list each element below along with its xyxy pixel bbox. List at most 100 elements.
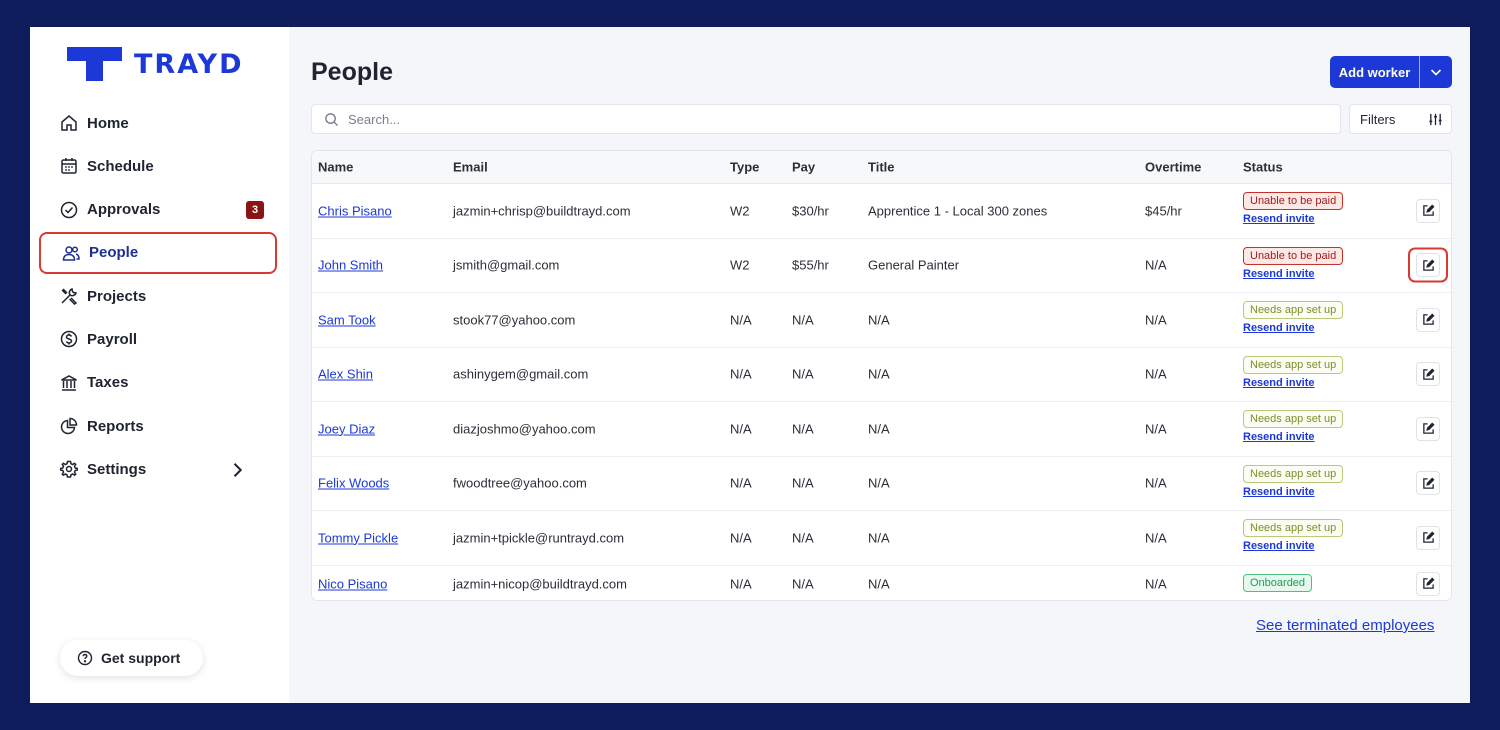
gear-icon — [59, 461, 79, 479]
email-cell: jazmin+nicop@buildtrayd.com — [453, 576, 627, 591]
search-input[interactable] — [348, 111, 1248, 127]
pay-cell: N/A — [792, 421, 814, 437]
pay-cell: N/A — [792, 312, 814, 328]
worker-name-link[interactable]: Alex Shin — [318, 367, 373, 382]
title-cell: N/A — [868, 366, 890, 382]
title-cell: N/A — [868, 475, 890, 491]
add-worker-dropdown-button[interactable] — [1420, 65, 1452, 79]
status-cell: Needs app set up Resend invite — [1243, 519, 1344, 552]
see-terminated-link[interactable]: See terminated employees — [1256, 617, 1434, 634]
worker-name-link[interactable]: Joey Diaz — [318, 421, 375, 436]
status-cell: Needs app set up Resend invite — [1243, 301, 1344, 334]
worker-name-link[interactable]: Tommy Pickle — [318, 530, 398, 545]
column-header-name[interactable]: Name — [318, 160, 353, 175]
edit-button[interactable] — [1416, 253, 1440, 278]
overtime-cell: N/A — [1145, 576, 1167, 591]
edit-button[interactable] — [1416, 471, 1440, 496]
add-worker-button[interactable]: Add worker — [1330, 65, 1419, 80]
sidebar-item-reports[interactable]: Reports — [39, 405, 277, 447]
table-row: Tommy Pickle jazmin+tpickle@runtrayd.com N… — [312, 511, 1451, 566]
email-cell: diazjoshmo@yahoo.com — [453, 421, 596, 437]
sidebar-item-label: Schedule — [87, 157, 154, 175]
resend-invite-link[interactable]: Resend invite — [1243, 377, 1343, 389]
resend-invite-link[interactable]: Resend invite — [1243, 322, 1343, 334]
title-cell: N/A — [868, 421, 890, 437]
search-icon — [325, 112, 339, 126]
email-cell: stook77@yahoo.com — [453, 312, 576, 328]
app-window: TRAYD Home Schedule Approvals 3 People P… — [30, 27, 1470, 703]
logo[interactable]: TRAYD — [67, 47, 243, 81]
bank-icon — [61, 374, 77, 391]
column-header-title[interactable]: Title — [868, 160, 895, 175]
edit-button[interactable] — [1416, 525, 1440, 550]
edit-button[interactable] — [1416, 198, 1440, 223]
sidebar-item-label: Reports — [87, 417, 144, 435]
edit-icon — [1422, 577, 1435, 589]
sidebar-item-home[interactable]: Home — [39, 102, 277, 144]
home-icon — [61, 115, 77, 131]
status-badge: Unable to be paid — [1243, 246, 1344, 265]
resend-invite-link[interactable]: Resend invite — [1243, 486, 1343, 498]
edit-icon — [1422, 204, 1435, 217]
resend-invite-link[interactable]: Resend invite — [1243, 540, 1343, 552]
worker-name-link[interactable]: Chris Pisano — [318, 203, 392, 218]
resend-invite-link[interactable]: Resend invite — [1243, 268, 1343, 280]
edit-button[interactable] — [1416, 307, 1440, 332]
help-circle-icon — [77, 650, 93, 666]
title-cell: N/A — [868, 530, 890, 546]
sliders-icon — [1429, 113, 1442, 126]
pay-cell: N/A — [792, 576, 814, 591]
edit-button[interactable] — [1416, 571, 1440, 596]
sidebar-item-label: Settings — [87, 460, 147, 478]
email-cell: jazmin+chrisp@buildtrayd.com — [453, 203, 631, 219]
status-badge: Needs app set up — [1243, 301, 1344, 319]
sidebar-item-payroll[interactable]: Payroll — [39, 318, 277, 360]
sidebar-item-label: Approvals — [87, 201, 161, 219]
trayd-logo-icon — [67, 47, 122, 81]
status-cell: Onboarded — [1243, 573, 1313, 592]
column-header-overtime[interactable]: Overtime — [1145, 160, 1201, 175]
resend-invite-link[interactable]: Resend invite — [1243, 213, 1343, 225]
resend-invite-link[interactable]: Resend invite — [1243, 431, 1343, 443]
overtime-cell: N/A — [1145, 421, 1167, 437]
overtime-cell: N/A — [1145, 312, 1167, 328]
sidebar-item-approvals[interactable]: Approvals 3 — [39, 189, 277, 231]
status-badge: Needs app set up — [1243, 464, 1344, 483]
type-cell: W2 — [730, 257, 750, 273]
get-support-button[interactable]: Get support — [60, 640, 203, 676]
worker-name-link[interactable]: Nico Pisano — [318, 576, 387, 591]
worker-name-link[interactable]: John Smith — [318, 258, 383, 273]
email-cell: jsmith@gmail.com — [453, 257, 560, 273]
pay-cell: N/A — [792, 530, 814, 546]
worker-name-link[interactable]: Sam Took — [318, 312, 376, 327]
table-row: Sam Took stook77@yahoo.com N/A N/A N/A N/A Nee… — [312, 293, 1451, 348]
sidebar-item-label: Projects — [87, 287, 147, 305]
sidebar: TRAYD Home Schedule Approvals 3 People P… — [30, 27, 289, 703]
main-content: People Add worker Filters Name Email Typ… — [289, 27, 1470, 703]
sidebar-item-label: Taxes — [87, 374, 129, 392]
edit-button[interactable] — [1416, 416, 1440, 441]
table-row: Joey Diaz diazjoshmo@yahoo.com N/A N/A N/A N/… — [312, 402, 1451, 457]
status-badge: Needs app set up — [1243, 410, 1344, 428]
column-header-pay[interactable]: Pay — [792, 160, 815, 175]
email-cell: ashinygem@gmail.com — [453, 366, 589, 382]
sidebar-item-settings[interactable]: Settings — [39, 448, 277, 490]
sidebar-item-people[interactable]: People — [39, 231, 277, 274]
edit-icon — [1422, 477, 1435, 489]
sidebar-item-schedule[interactable]: Schedule — [39, 145, 277, 187]
column-header-status[interactable]: Status — [1243, 160, 1283, 175]
brand-name: TRAYD — [134, 48, 244, 80]
title-cell: Apprentice 1 - Local 300 zones — [868, 203, 1048, 219]
title-cell: General Painter — [868, 257, 960, 273]
column-header-email[interactable]: Email — [453, 160, 488, 175]
worker-name-link[interactable]: Felix Woods — [318, 476, 389, 491]
tools-icon — [61, 288, 78, 306]
filters-button[interactable]: Filters — [1349, 104, 1452, 134]
edit-icon — [1422, 531, 1435, 544]
sidebar-item-projects[interactable]: Projects — [39, 275, 277, 317]
status-cell: Needs app set up Resend invite — [1243, 355, 1344, 389]
type-cell: N/A — [730, 530, 752, 546]
edit-button[interactable] — [1416, 362, 1440, 387]
column-header-type[interactable]: Type — [730, 160, 759, 175]
sidebar-item-taxes[interactable]: Taxes — [39, 362, 277, 404]
